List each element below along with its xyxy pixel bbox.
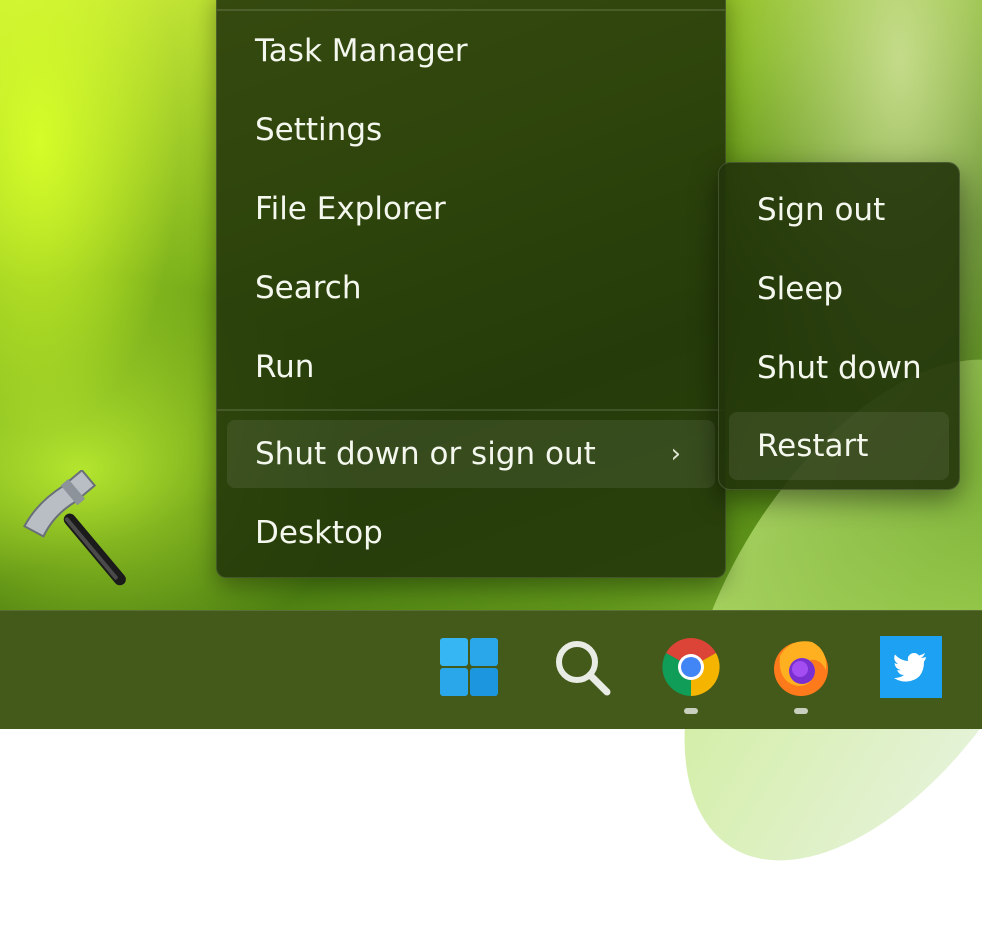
menu-item-label: Settings xyxy=(255,112,383,148)
menu-item-label: Desktop xyxy=(255,515,383,551)
menu-item-label: File Explorer xyxy=(255,191,446,227)
twitter-icon[interactable] xyxy=(880,636,942,698)
search-icon[interactable] xyxy=(551,636,613,698)
running-indicator xyxy=(684,708,698,714)
menu-item-label: Search xyxy=(255,270,362,306)
menu-item-file-explorer[interactable]: File Explorer xyxy=(227,175,715,243)
submenu-item-label: Restart xyxy=(757,428,869,464)
submenu-item-label: Sign out xyxy=(757,192,886,228)
quick-link-menu: Task Manager Settings File Explorer Sear… xyxy=(216,0,726,578)
hammer-logo-icon xyxy=(23,470,126,586)
menu-item-settings[interactable]: Settings xyxy=(227,96,715,164)
windows-start-icon[interactable] xyxy=(438,636,500,698)
menu-item-task-manager[interactable]: Task Manager xyxy=(227,17,715,85)
menu-item-run[interactable]: Run xyxy=(227,333,715,401)
shutdown-submenu: Sign out Sleep Shut down Restart xyxy=(718,162,960,490)
chrome-icon[interactable] xyxy=(660,636,722,698)
menu-item-label: Shut down or sign out xyxy=(255,436,596,472)
submenu-item-label: Shut down xyxy=(757,350,922,386)
submenu-item-restart[interactable]: Restart xyxy=(729,412,949,480)
submenu-item-sign-out[interactable]: Sign out xyxy=(729,176,949,244)
chevron-right-icon: › xyxy=(670,439,681,469)
menu-item-search[interactable]: Search xyxy=(227,254,715,322)
running-indicator xyxy=(794,708,808,714)
menu-separator xyxy=(217,9,725,11)
submenu-item-shut-down[interactable]: Shut down xyxy=(729,334,949,402)
submenu-item-label: Sleep xyxy=(757,271,844,307)
menu-item-label: Task Manager xyxy=(255,33,468,69)
submenu-item-sleep[interactable]: Sleep xyxy=(729,255,949,323)
menu-item-shut-down-or-sign-out[interactable]: Shut down or sign out › xyxy=(227,420,715,488)
firefox-icon[interactable] xyxy=(770,636,832,698)
menu-item-desktop[interactable]: Desktop xyxy=(227,499,715,567)
menu-item-label: Run xyxy=(255,349,315,385)
menu-separator xyxy=(217,409,725,411)
